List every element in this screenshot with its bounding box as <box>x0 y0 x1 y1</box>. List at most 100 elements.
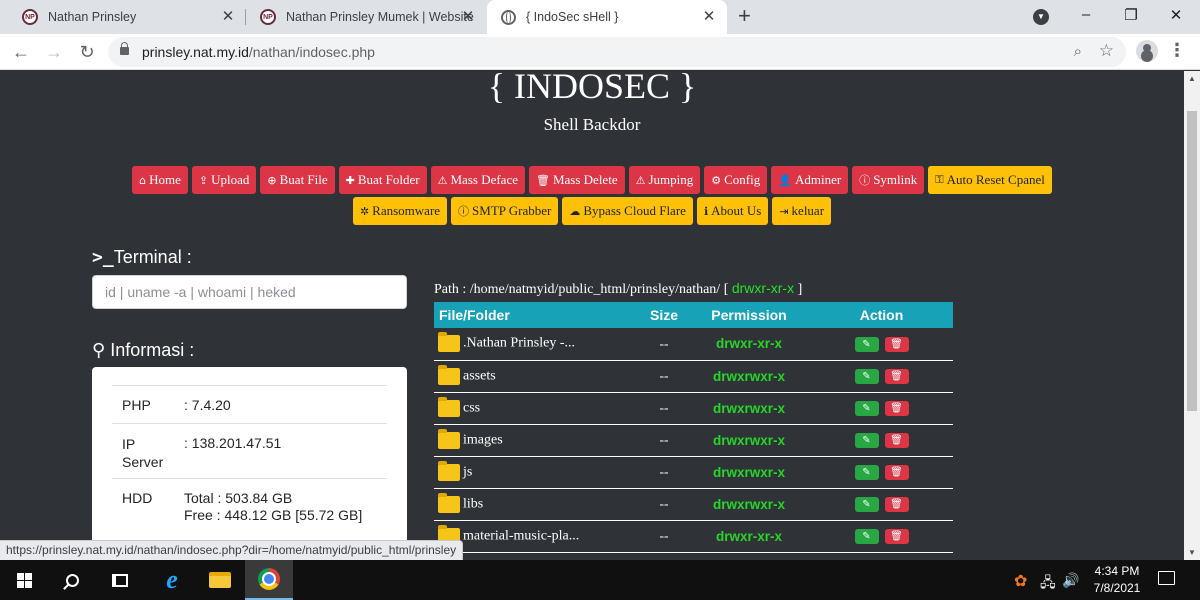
maximize-button[interactable]: ❐ <box>1121 6 1141 24</box>
permission-link[interactable]: drwxrwxr-x <box>688 392 810 425</box>
network-icon[interactable]: 🖧 <box>1040 572 1056 596</box>
task-view-button[interactable] <box>96 560 144 600</box>
back-arrow-icon[interactable]: ← <box>10 41 32 63</box>
close-icon[interactable]: ✕ <box>701 9 717 25</box>
page-subtitle: Shell Backdor <box>543 115 641 134</box>
forward-arrow-icon[interactable]: → <box>43 41 65 63</box>
system-clock[interactable]: 4:34 PM 7/8/2021 <box>1082 563 1152 597</box>
volume-icon[interactable]: 🔊 <box>1062 572 1079 589</box>
keluar-button[interactable]: ⇥ keluar <box>772 197 832 225</box>
search-button[interactable] <box>48 560 96 600</box>
info-row-hdd: HDD Total : 503.84 GB Free : 448.12 GB [… <box>112 478 387 538</box>
table-row: js -- drwxrwxr-x ✎ 🗑 <box>434 456 953 489</box>
close-icon[interactable]: ✕ <box>220 9 236 25</box>
edit-pencil-icon[interactable]: ✎ <box>854 496 879 512</box>
bypass-cloud-flare-button[interactable]: ☁ Bypass Cloud Flare <box>562 197 693 225</box>
info-circle-icon: ⓘ <box>859 174 871 187</box>
bookmark-star-icon[interactable]: ☆ <box>1099 41 1114 61</box>
folder-link[interactable]: images <box>463 432 503 447</box>
smtp-grabber-button[interactable]: ⓘ SMTP Grabber <box>451 197 559 225</box>
mass-deface-button[interactable]: ⚠ Mass Deface <box>430 166 525 194</box>
lock-icon <box>120 42 129 55</box>
buat-folder-button[interactable]: ✚ Buat Folder <box>338 166 427 194</box>
permission-link[interactable]: drwxrwxr-x <box>688 456 810 489</box>
folder-link[interactable]: .Nathan Prinsley -... <box>463 336 575 351</box>
tab-indosec-shell[interactable]: { IndoSec sHell } ✕ <box>487 0 727 34</box>
tab-search-icon[interactable]: ▼ <box>1033 9 1049 25</box>
permission-link[interactable]: drwxrwxr-x <box>688 488 810 521</box>
edit-pencil-icon[interactable]: ✎ <box>854 336 879 352</box>
minimize-button[interactable]: – <box>1076 6 1096 23</box>
table-row: material-music-pla... -- drwxr-xr-x ✎ 🗑 <box>434 520 953 553</box>
path-permission[interactable]: drwxr-xr-x <box>732 280 794 296</box>
address-bar[interactable]: prinsley.nat.my.id/nathan/indosec.php ⌕ … <box>108 37 1126 67</box>
zoom-icon[interactable]: ⌕ <box>1074 43 1082 60</box>
col-size: Size <box>640 302 688 328</box>
scroll-down-arrow-icon[interactable]: ▼ <box>1188 548 1196 557</box>
home-button[interactable]: ⌂ Home <box>132 166 188 194</box>
permission-link[interactable]: drwxrwxr-x <box>688 360 810 393</box>
notification-center-icon[interactable] <box>1158 571 1175 585</box>
jumping-button[interactable]: ⚠ Jumping <box>628 166 701 194</box>
adminer-button[interactable]: 👤 Adminer <box>771 166 849 194</box>
new-tab-button[interactable]: + <box>738 5 751 27</box>
start-button[interactable] <box>0 560 48 600</box>
delete-trash-icon[interactable]: 🗑 <box>884 400 909 416</box>
tab-nathan-prinsley[interactable]: NP Nathan Prinsley ✕ <box>8 0 246 34</box>
table-row: assets -- drwxrwxr-x ✎ 🗑 <box>434 360 953 393</box>
delete-trash-icon[interactable]: 🗑 <box>884 464 909 480</box>
ransomware-button[interactable]: ✲ Ransomware <box>352 197 448 225</box>
buat-file-button[interactable]: ⊕ Buat File <box>260 166 335 194</box>
table-row: images -- drwxrwxr-x ✎ 🗑 <box>434 424 953 457</box>
page-scrollbar[interactable]: ▲ ▼ <box>1184 71 1200 560</box>
symlink-button[interactable]: ⓘ Symlink <box>852 166 925 194</box>
permission-link[interactable]: drwxr-xr-x <box>688 328 810 361</box>
file-explorer-button[interactable] <box>196 560 244 600</box>
config-button[interactable]: ⚙ Config <box>704 166 768 194</box>
mass-delete-button[interactable]: 🗑 Mass Delete <box>529 166 625 194</box>
folder-link[interactable]: css <box>463 400 480 415</box>
folder-link[interactable]: assets <box>463 368 496 383</box>
folder-icon <box>438 396 460 417</box>
link-status-bar: https://prinsley.nat.my.id/nathan/indose… <box>0 540 464 560</box>
delete-trash-icon[interactable]: 🗑 <box>884 336 909 352</box>
browser-menu-icon[interactable]: ⋮ <box>1168 41 1186 59</box>
upload-button[interactable]: ⇪ Upload <box>191 166 257 194</box>
window-close-button[interactable]: ✕ <box>1166 6 1186 24</box>
delete-trash-icon[interactable]: 🗑 <box>884 496 909 512</box>
folder-link[interactable]: libs <box>463 496 483 511</box>
app-tray-icon[interactable]: ✿ <box>1014 571 1027 591</box>
close-icon[interactable]: ✕ <box>460 9 476 25</box>
folder-icon <box>438 364 460 385</box>
folder-link[interactable]: js <box>463 464 472 479</box>
server-info-panel: PHP : 7.4.20 IP Server : 138.201.47.51 H… <box>92 367 407 560</box>
edit-pencil-icon[interactable]: ✎ <box>854 432 879 448</box>
scroll-thumb[interactable] <box>1187 111 1197 411</box>
delete-trash-icon[interactable]: 🗑 <box>884 432 909 448</box>
delete-trash-icon[interactable]: 🗑 <box>884 528 909 544</box>
about-us-button[interactable]: ℹ About Us <box>696 197 769 225</box>
folder-link[interactable]: material-music-pla... <box>463 528 579 543</box>
permission-link[interactable]: drwxr-xr-x <box>688 520 810 553</box>
chrome-taskbar-button[interactable] <box>245 560 293 600</box>
reload-icon[interactable]: ↻ <box>76 41 98 63</box>
table-row: .Nathan Prinsley -... -- drwxr-xr-x ✎ 🗑 <box>434 328 953 361</box>
delete-trash-icon[interactable]: 🗑 <box>884 368 909 384</box>
edit-pencil-icon[interactable]: ✎ <box>854 368 879 384</box>
browser-toolbar: ← → ↻ prinsley.nat.my.id/nathan/indosec.… <box>0 34 1200 70</box>
edit-pencil-icon[interactable]: ✎ <box>854 464 879 480</box>
terminal-command-input[interactable] <box>92 275 407 309</box>
internet-explorer-button[interactable]: e <box>148 560 196 600</box>
tab-nathan-prinsley-mumek[interactable]: NP Nathan Prinsley Mumek | Website ✕ <box>246 0 486 34</box>
edit-pencil-icon[interactable]: ✎ <box>854 528 879 544</box>
home-icon: ⌂ <box>139 173 147 187</box>
auto-reset-cpanel-button[interactable]: ⚿ Auto Reset Cpanel <box>928 166 1052 194</box>
col-file-folder: File/Folder <box>434 302 640 328</box>
profile-avatar-icon[interactable] <box>1136 40 1158 62</box>
scroll-up-arrow-icon[interactable]: ▲ <box>1188 74 1196 83</box>
table-row: css -- drwxrwxr-x ✎ 🗑 <box>434 392 953 425</box>
folder-icon <box>438 492 460 513</box>
edit-pencil-icon[interactable]: ✎ <box>854 400 879 416</box>
folder-icon <box>438 460 460 481</box>
permission-link[interactable]: drwxrwxr-x <box>688 424 810 457</box>
